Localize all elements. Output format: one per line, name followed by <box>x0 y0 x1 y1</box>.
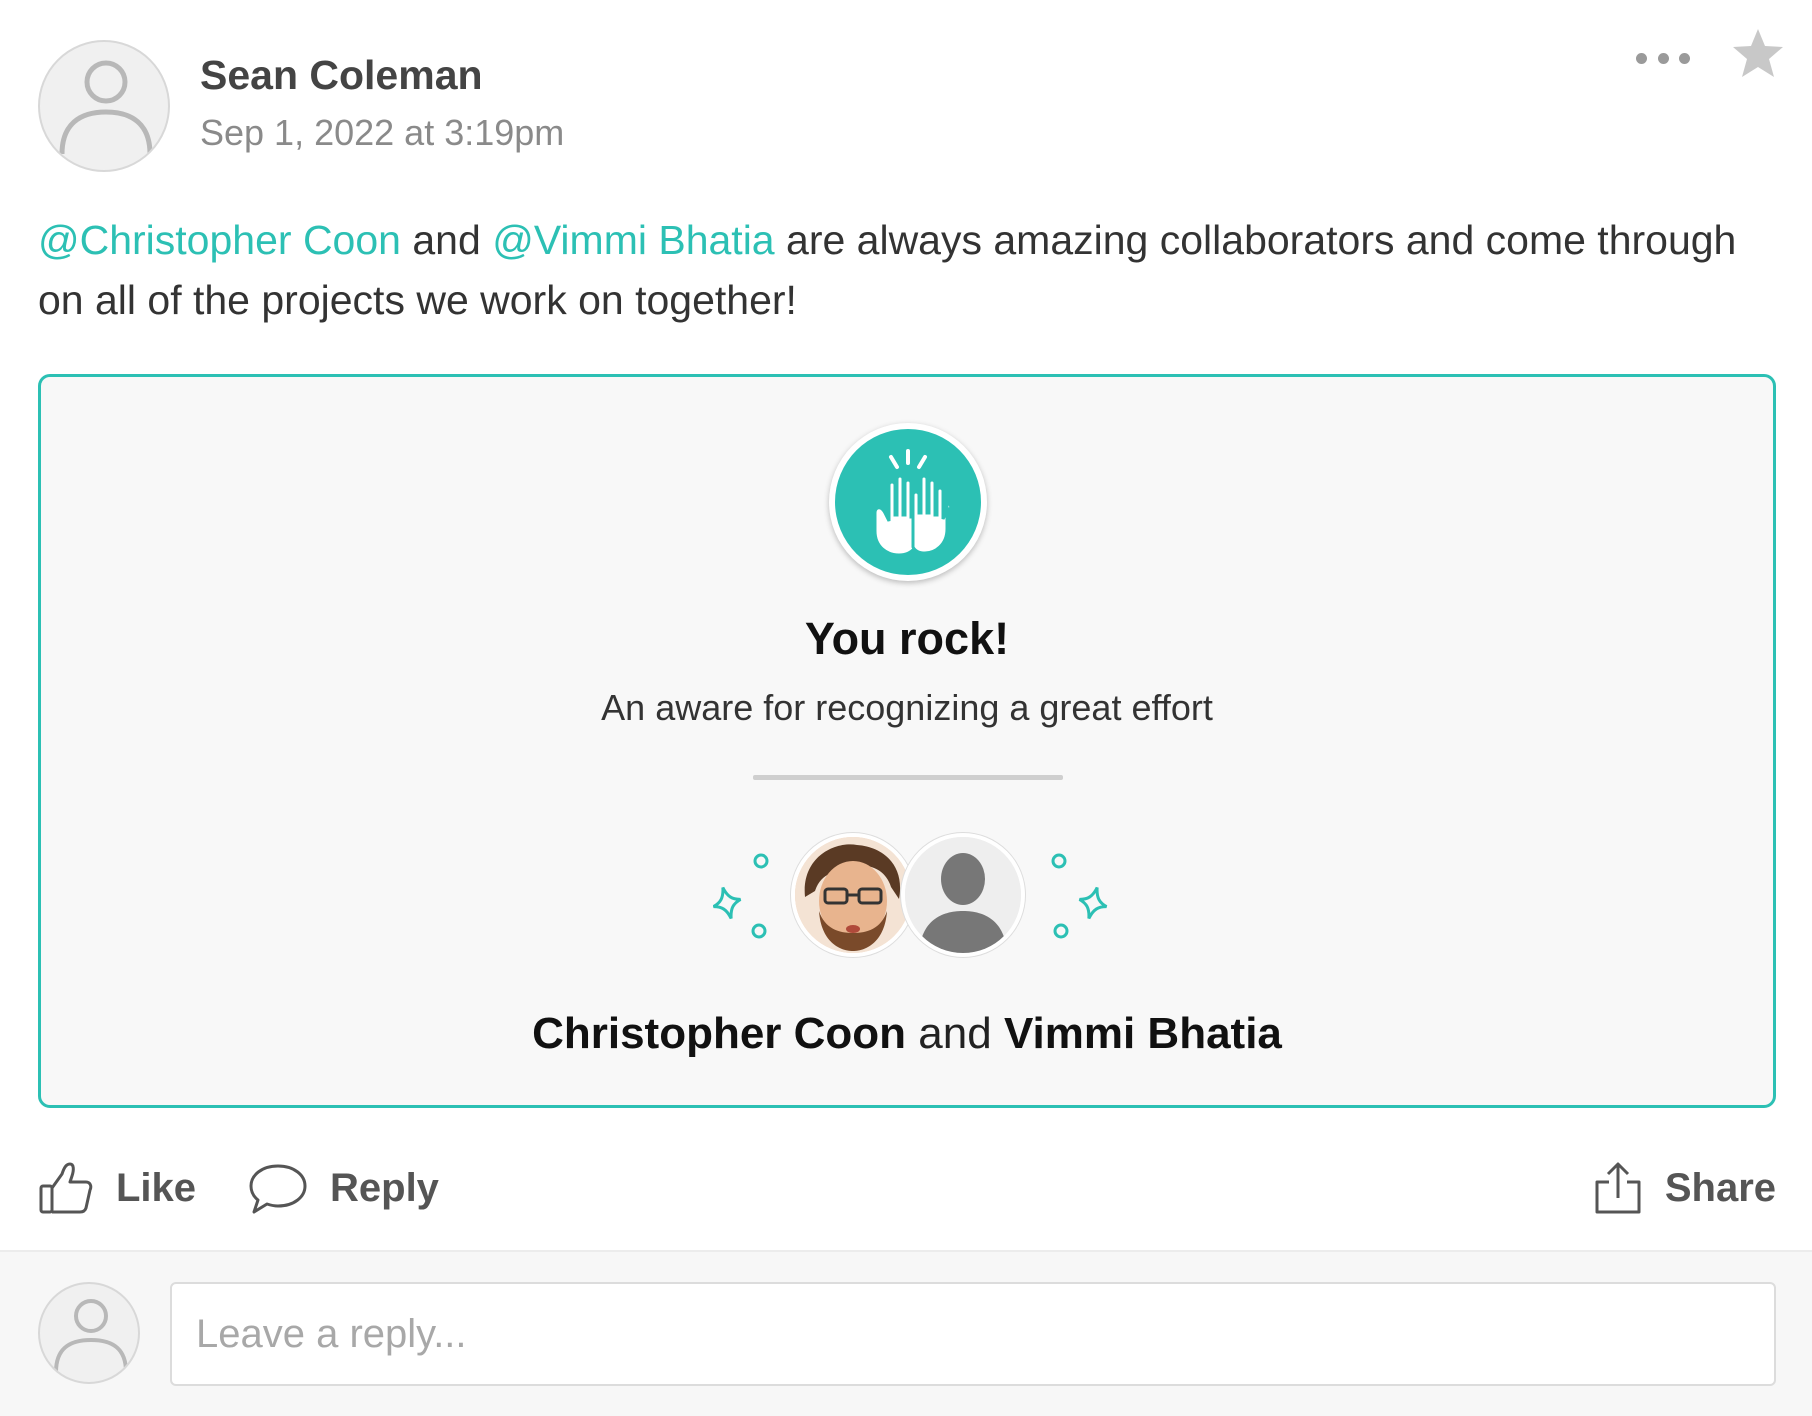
mention-vimmi-bhatia[interactable]: @Vimmi Bhatia <box>492 217 774 263</box>
speech-bubble-icon <box>249 1164 307 1214</box>
author-name[interactable]: Sean Coleman <box>200 52 483 99</box>
like-button[interactable]: Like <box>38 1150 196 1226</box>
recipient-name-christopher-coon[interactable]: Christopher Coon <box>532 1009 906 1058</box>
share-label: Share <box>1664 1165 1776 1210</box>
reply-label: Reply <box>330 1165 439 1210</box>
recipient-connector: and <box>918 1009 992 1058</box>
post-card: Sean Coleman Sep 1, 2022 at 3:19pm @Chri… <box>0 0 1812 1250</box>
default-user-icon <box>59 60 153 155</box>
star-icon <box>1733 29 1783 77</box>
post-timestamp: Sep 1, 2022 at 3:19pm <box>200 112 565 153</box>
reply-button[interactable]: Reply <box>248 1150 439 1226</box>
thumbs-up-icon <box>39 1162 93 1214</box>
sparkles-left-icon <box>713 853 769 939</box>
award-card: You rock! An aware for recognizing a gre… <box>38 374 1776 1108</box>
more-dot <box>1636 52 1647 64</box>
default-user-icon <box>54 1299 128 1373</box>
like-label: Like <box>116 1165 197 1210</box>
favorite-star-button[interactable] <box>1730 26 1786 82</box>
recipient-name-vimmi-bhatia[interactable]: Vimmi Bhatia <box>1004 1009 1282 1058</box>
recipient-avatar-christopher-coon[interactable] <box>791 833 915 957</box>
high-five-icon <box>835 429 981 575</box>
sparkles-right-icon <box>1051 853 1108 939</box>
post-body-connector: and <box>412 217 481 263</box>
mention-christopher-coon[interactable]: @Christopher Coon <box>38 217 401 263</box>
share-button[interactable]: Share <box>1593 1150 1776 1226</box>
author-avatar[interactable] <box>38 40 170 172</box>
more-dot <box>1679 52 1690 64</box>
award-description: An aware for recognizing a great effort <box>601 687 1213 728</box>
post-body: @Christopher Coon and @Vimmi Bhatia are … <box>38 210 1778 330</box>
reply-composer <box>0 1250 1812 1416</box>
avatar-illustration <box>795 837 911 953</box>
reply-input[interactable] <box>170 1282 1776 1386</box>
more-dot <box>1657 52 1669 64</box>
award-divider <box>753 775 1063 780</box>
current-user-avatar <box>38 1282 140 1384</box>
award-recipients: Christopher Coon and Vimmi Bhatia <box>41 1009 1773 1059</box>
share-icon <box>1595 1162 1641 1214</box>
more-options-button[interactable] <box>1628 40 1698 76</box>
award-badge <box>829 423 987 581</box>
recipient-avatar-vimmi-bhatia[interactable] <box>901 833 1025 957</box>
award-title: You rock! <box>804 613 1010 664</box>
default-user-silhouette-icon <box>905 837 1021 953</box>
post-actions: Like Reply Share <box>38 1150 1776 1226</box>
